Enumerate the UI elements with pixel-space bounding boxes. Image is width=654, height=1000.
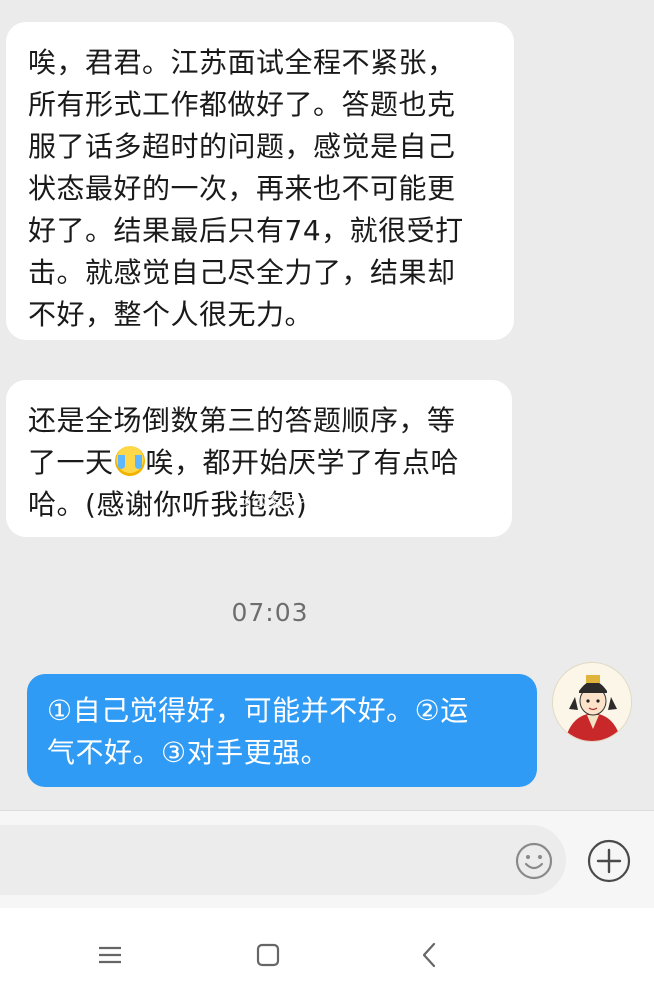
plus-circle-icon bbox=[587, 839, 631, 883]
menu-icon bbox=[99, 946, 121, 964]
message-text: ①自己觉得好，可能并不好。②运 气不好。③对手更强。 bbox=[47, 694, 469, 769]
chat-area[interactable]: 唉，君君。江苏面试全程不紧张， 所有形式工作都做好了。答题也克 服了话多超时的问… bbox=[0, 0, 654, 810]
nav-back-button[interactable] bbox=[413, 938, 447, 972]
add-button[interactable] bbox=[586, 838, 632, 884]
emoji-button[interactable] bbox=[515, 842, 553, 880]
back-chevron-icon bbox=[422, 942, 436, 968]
incoming-message-2[interactable]: 还是全场倒数第三的答题顺序，等 了一天 唉，都开始厌学了有点哈 哈。(感谢你听我抱… bbox=[6, 380, 512, 537]
avatar-illustration-icon bbox=[553, 663, 631, 741]
system-navigation-bar bbox=[0, 908, 654, 1000]
avatar[interactable] bbox=[552, 662, 632, 742]
watermark: @公务员考试答题君 bbox=[236, 492, 381, 510]
message-text: 唉，君君。江苏面试全程不紧张， 所有形式工作都做好了。答题也克 服了话多超时的问… bbox=[28, 46, 464, 331]
nav-home-button[interactable] bbox=[251, 938, 285, 972]
message-timestamp: 07:03 bbox=[231, 598, 309, 627]
message-input-bar bbox=[0, 810, 654, 908]
home-square-icon bbox=[256, 943, 280, 967]
message-input[interactable] bbox=[0, 825, 566, 895]
incoming-message-1[interactable]: 唉，君君。江苏面试全程不紧张， 所有形式工作都做好了。答题也克 服了话多超时的问… bbox=[6, 22, 514, 340]
outgoing-message-1[interactable]: ①自己觉得好，可能并不好。②运 气不好。③对手更强。 bbox=[27, 674, 537, 787]
smiley-icon bbox=[515, 842, 553, 880]
nav-menu-button[interactable] bbox=[93, 938, 127, 972]
crying-laughing-emoji-icon bbox=[114, 446, 145, 476]
